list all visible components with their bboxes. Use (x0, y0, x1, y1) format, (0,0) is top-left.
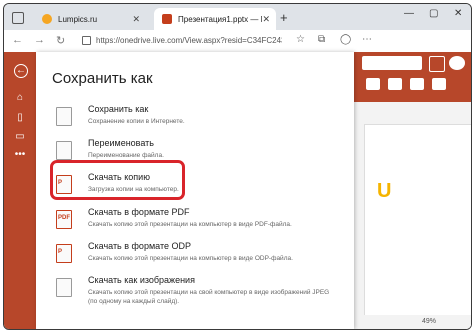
back-icon[interactable]: ← (12, 34, 23, 46)
ribbon-search-field[interactable] (362, 56, 422, 70)
maximize-icon[interactable]: ▢ (429, 8, 438, 19)
ribbon (354, 52, 471, 102)
option-description: Переименование файла. (88, 152, 164, 159)
slide-canvas[interactable]: U (364, 124, 471, 329)
more-icon[interactable]: ••• (14, 149, 26, 161)
option-label: Переименовать (88, 138, 154, 148)
option-description: Скачать копию этой презентации на компью… (88, 221, 292, 228)
tab-presentation[interactable]: Презентация1.pptx — Microsoft ✕ (154, 8, 276, 30)
save-as-panel: Сохранить как Сохранить как Сохранение к… (36, 52, 354, 329)
option-description: Сохранение копии в Интернете. (88, 118, 185, 125)
slide-text: U (377, 180, 392, 202)
forward-icon[interactable]: → (34, 34, 45, 46)
browser-window: Lumpics.ru ✕ Презентация1.pptx — Microso… (3, 3, 472, 330)
save-as-icon (56, 107, 72, 126)
home-icon[interactable]: ⌂ (14, 92, 26, 104)
ribbon-tool-icon[interactable] (388, 78, 402, 90)
close-tab-icon[interactable]: ✕ (132, 14, 140, 25)
profile-icon[interactable]: ◯ (340, 34, 351, 45)
ribbon-tool-icon[interactable] (366, 78, 380, 90)
url-field[interactable]: https://onedrive.live.com/View.aspx?resi… (82, 33, 282, 48)
highlight-frame (50, 160, 185, 200)
lock-icon (82, 36, 91, 46)
back-arrow-icon[interactable]: ← (14, 64, 28, 78)
tab-title: Lumpics.ru (58, 14, 98, 24)
status-bar: 49% (354, 315, 471, 329)
settings-icon[interactable] (429, 56, 445, 72)
powerpoint-favicon-icon (162, 14, 172, 24)
favorite-star-icon[interactable]: ☆ (296, 34, 305, 45)
refresh-icon[interactable]: ↻ (56, 34, 65, 47)
option-label: Сохранить как (88, 104, 149, 114)
collections-icon[interactable]: ⧉ (318, 34, 325, 45)
close-tab-icon[interactable]: ✕ (262, 14, 270, 25)
option-description: Скачать копию этой презентации на компью… (88, 255, 293, 262)
zoom-level[interactable]: 49% (422, 318, 436, 325)
download-odp-option[interactable]: P Скачать в формате ODP Скачать копию эт… (56, 241, 346, 275)
tab-title: Презентация1.pptx — Microsoft (178, 14, 262, 24)
option-label: Скачать в формате ODP (88, 241, 191, 251)
new-document-icon[interactable]: ▯ (14, 112, 26, 124)
image-file-icon (56, 278, 72, 297)
folder-icon[interactable]: ▭ (14, 131, 26, 143)
pdf-file-icon: PDF (56, 210, 72, 229)
panel-title: Сохранить как (52, 70, 153, 87)
document-area: U 49% (354, 52, 471, 329)
ribbon-tool-icon[interactable] (410, 78, 424, 90)
close-window-icon[interactable]: ✕ (454, 8, 462, 19)
minimize-icon[interactable]: — (404, 8, 414, 19)
tab-bar: Lumpics.ru ✕ Презентация1.pptx — Microso… (4, 4, 471, 30)
option-label: Скачать в формате PDF (88, 207, 190, 217)
url-text: https://onedrive.live.com/View.aspx?resi… (96, 36, 282, 45)
new-tab-button[interactable]: + (280, 10, 288, 25)
option-description: Скачать копию этой презентации на свой к… (88, 289, 330, 305)
address-bar: ← → ↻ https://onedrive.live.com/View.asp… (4, 30, 471, 53)
odp-file-icon: P (56, 244, 72, 263)
rename-icon (56, 141, 72, 160)
settings-more-icon[interactable]: ⋯ (362, 34, 372, 45)
option-label: Скачать как изображения (88, 275, 195, 285)
download-pdf-option[interactable]: PDF Скачать в формате PDF Скачать копию … (56, 207, 346, 241)
avatar[interactable] (449, 56, 465, 70)
download-images-option[interactable]: Скачать как изображения Скачать копию эт… (56, 275, 346, 315)
save-as-option[interactable]: Сохранить как Сохранение копии в Интерне… (56, 104, 346, 138)
tab-actions-icon[interactable] (12, 12, 24, 24)
left-rail: ← ⌂ ▯ ▭ ••• (4, 52, 36, 329)
tab-lumpics[interactable]: Lumpics.ru ✕ (34, 8, 146, 30)
ribbon-tool-icon[interactable] (432, 78, 446, 90)
lumpics-favicon-icon (42, 14, 52, 24)
